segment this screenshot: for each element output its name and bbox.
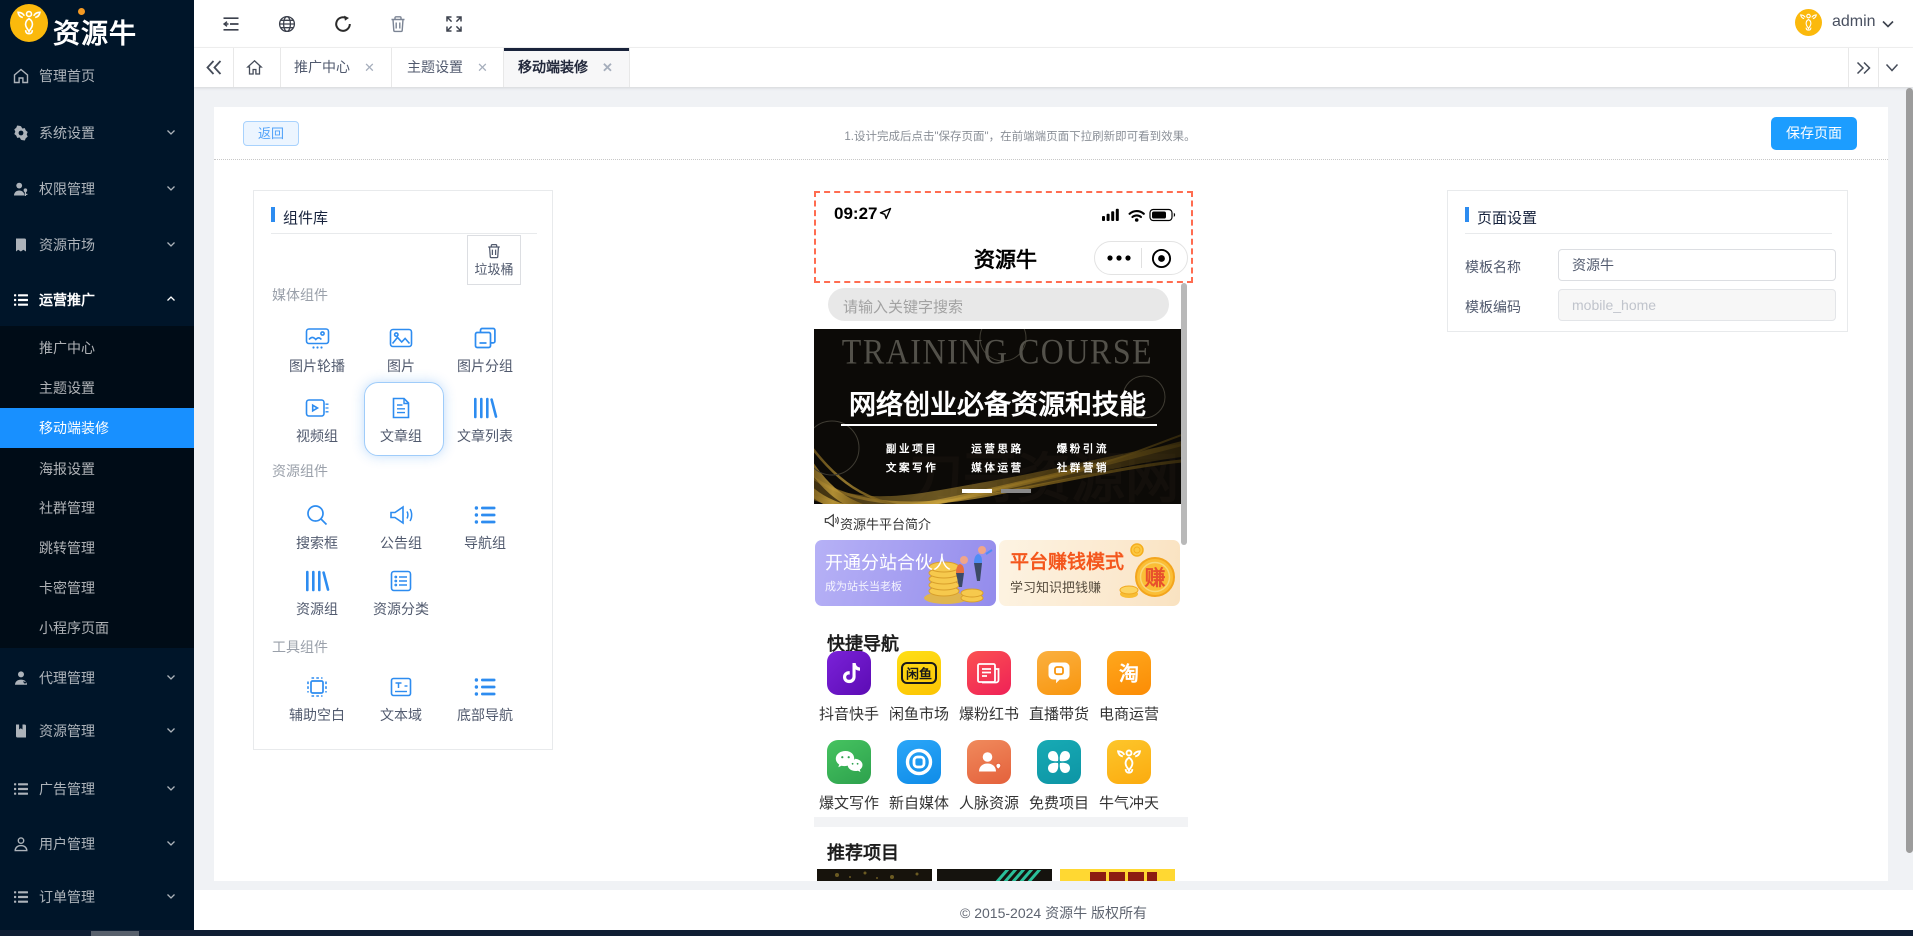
svg-text:赚: 赚 — [1145, 566, 1166, 590]
svg-text:闲鱼: 闲鱼 — [906, 667, 932, 682]
svg-text:淘: 淘 — [1119, 662, 1139, 686]
